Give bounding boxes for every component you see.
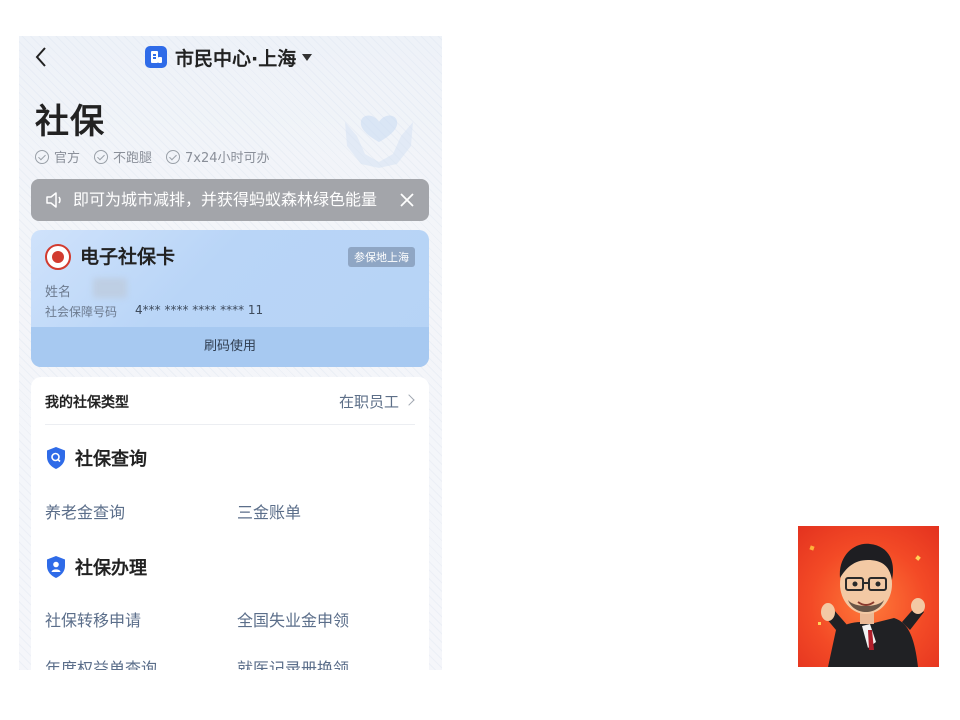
service-three-funds-bill[interactable]: 三金账单 <box>237 499 301 523</box>
cartoon-man-image <box>809 543 925 667</box>
social-security-card[interactable]: 电子社保卡 参保地上海 姓名 社会保障号码 4*** **** **** ***… <box>31 230 429 367</box>
scan-code-button[interactable]: 刷码使用 <box>31 327 429 367</box>
app-switcher[interactable]: 市民中心·上海 <box>145 44 313 70</box>
service-badges: 官方 不跑腿 7x24小时可办 <box>35 147 270 166</box>
insurance-type-value: 在职员工 <box>338 393 399 411</box>
check-circle-icon <box>94 149 109 164</box>
page-title: 社保 <box>35 102 105 142</box>
section-query-header: 社保查询 <box>45 445 147 471</box>
name-blurred <box>93 278 127 298</box>
presenter-avatar <box>798 526 939 667</box>
service-annual-statement[interactable]: 年度权益单查询 <box>45 655 157 670</box>
ss-number-label: 社会保障号码 <box>45 305 118 319</box>
badge-official: 官方 <box>35 147 80 166</box>
close-icon[interactable] <box>397 190 417 210</box>
services-panel: 我的社保类型 在职员工 社保查询 养老金查询 三金账单 社保办理 社保转移申请 … <box>31 377 429 670</box>
phone-screen: 市民中心·上海 社保 官方 不跑腿 7x24小时可办 即可为城市减排，并获得蚂蚁… <box>19 36 442 670</box>
top-bar: 市民中心·上海 <box>19 36 442 78</box>
section-title: 社保办理 <box>75 558 147 579</box>
speaker-icon <box>46 192 61 208</box>
badge-no-visit: 不跑腿 <box>94 147 152 166</box>
app-title: 市民中心·上海 <box>175 47 297 70</box>
check-circle-icon <box>35 149 49 164</box>
insurance-type-row[interactable]: 我的社保类型 在职员工 <box>45 377 415 425</box>
notice-banner[interactable]: 即可为城市减排，并获得蚂蚁森林绿色能量 <box>31 179 429 221</box>
service-pension-query[interactable]: 养老金查询 <box>45 499 125 523</box>
section-handle-header: 社保办理 <box>45 554 147 580</box>
ss-number-value: 4*** **** **** **** 11 <box>135 303 264 317</box>
service-transfer-apply[interactable]: 社保转移申请 <box>45 607 141 631</box>
insured-location-tag: 参保地上海 <box>348 247 415 267</box>
back-arrow-icon[interactable] <box>31 44 53 70</box>
national-emblem-icon <box>45 244 71 270</box>
notice-text: 即可为城市减排，并获得蚂蚁森林绿色能量 <box>73 190 378 209</box>
check-circle-icon <box>166 149 181 164</box>
hands-heart-icon <box>345 115 413 168</box>
service-medical-booklet[interactable]: 就医记录册换领 <box>237 655 349 670</box>
shield-search-icon <box>47 447 65 469</box>
caret-down-icon <box>302 53 313 61</box>
section-title: 社保查询 <box>75 449 147 470</box>
insurance-type-label: 我的社保类型 <box>45 395 129 411</box>
name-label: 姓名 <box>45 285 72 300</box>
service-unemployment-claim[interactable]: 全国失业金申领 <box>237 607 349 631</box>
chevron-right-icon <box>403 394 415 406</box>
shield-user-icon <box>47 556 65 578</box>
card-title: 电子社保卡 <box>80 246 176 268</box>
citizen-center-logo-icon <box>145 46 167 68</box>
badge-24-7: 7x24小时可办 <box>166 147 270 166</box>
